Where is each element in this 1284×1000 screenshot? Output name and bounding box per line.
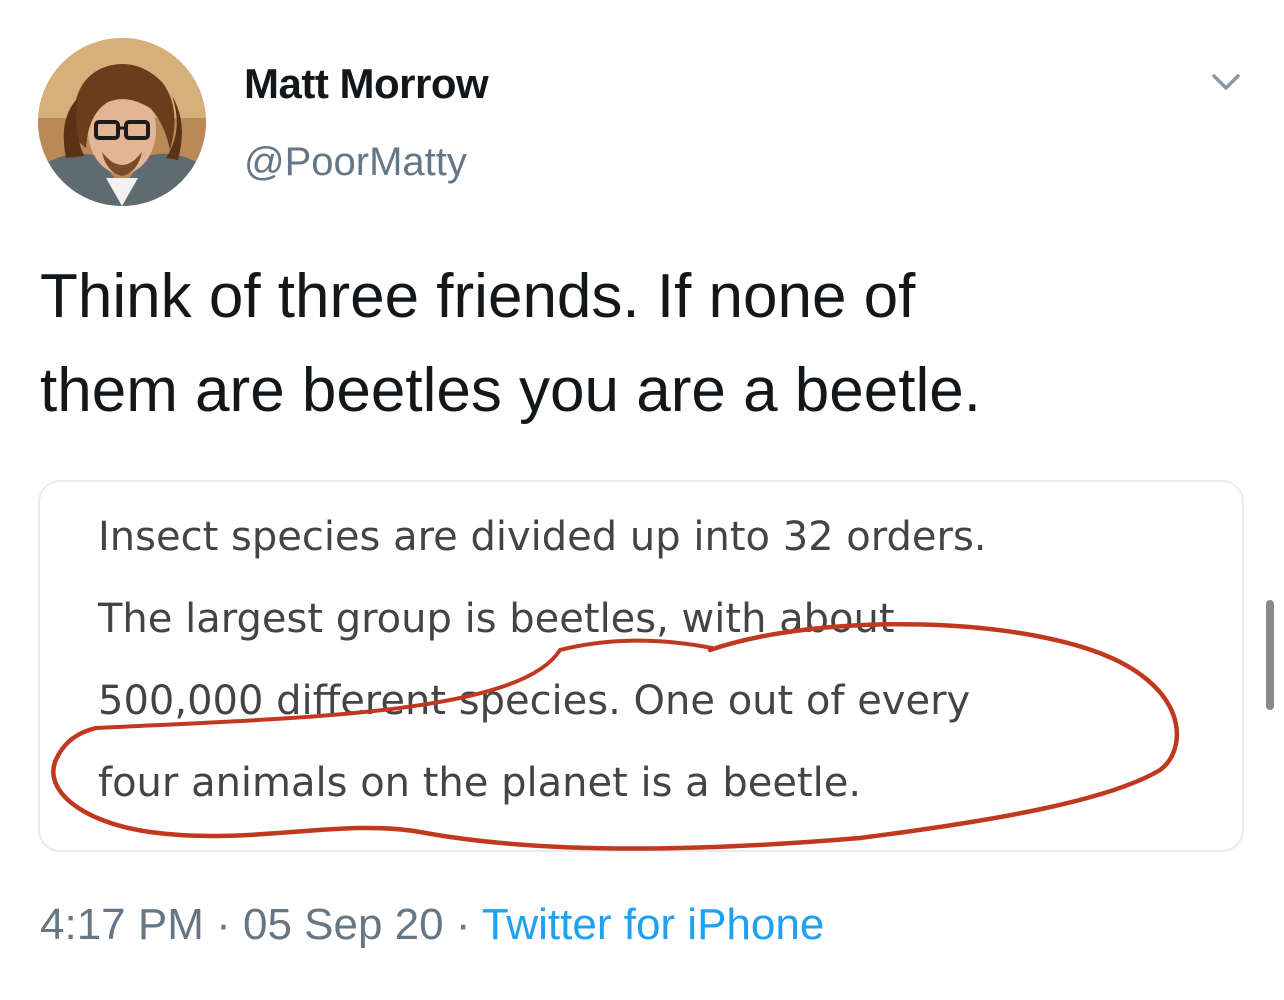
meta-separator: · (203, 900, 243, 949)
tweet-source-link[interactable]: Twitter for iPhone (482, 900, 824, 949)
tweet-time[interactable]: 4:17 PM (40, 900, 204, 949)
quoted-card-line: The largest group is beetles, with about (98, 596, 895, 642)
quoted-card-text: Insect species are divided up into 32 or… (98, 496, 1178, 824)
scrollbar-thumb[interactable] (1266, 600, 1274, 710)
author-handle[interactable]: @PoorMatty (244, 140, 467, 185)
meta-separator: · (443, 900, 482, 949)
chevron-down-icon[interactable] (1208, 66, 1244, 96)
tweet-text-line: them are beetles you are a beetle. (40, 356, 981, 425)
tweet-meta: 4:17 PM · 05 Sep 20 · Twitter for iPhone (40, 900, 824, 950)
author-display-name[interactable]: Matt Morrow (244, 60, 489, 108)
tweet-text-line: Think of three friends. If none of (40, 262, 916, 331)
avatar[interactable] (38, 38, 206, 206)
quoted-card-line: 500,000 different species. One out of ev… (98, 678, 971, 724)
tweet-text: Think of three friends. If none of them … (40, 250, 1240, 438)
quoted-card-line: Insect species are divided up into 32 or… (98, 514, 987, 560)
quoted-card-line: four animals on the planet is a beetle. (98, 760, 862, 806)
tweet-date[interactable]: 05 Sep 20 (243, 900, 444, 949)
avatar-image (38, 38, 206, 206)
